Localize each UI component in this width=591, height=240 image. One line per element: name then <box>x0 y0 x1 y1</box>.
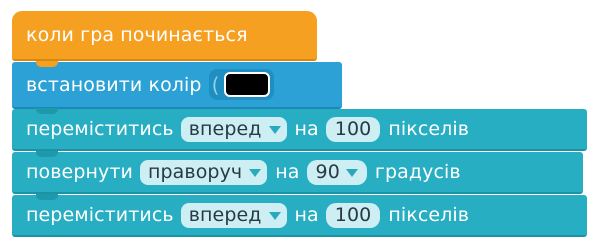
unit-label: пікселів <box>388 118 470 140</box>
move-forward-block[interactable]: переміститись вперед на 100 пікселів <box>12 194 587 237</box>
hat-label: коли гра починається <box>26 24 248 46</box>
block-notch <box>36 151 58 157</box>
distance-value: 100 <box>334 118 372 140</box>
move-forward-block[interactable]: переміститись вперед на 100 пікселів <box>12 108 587 151</box>
triangle-down-icon <box>268 212 281 220</box>
distance-input[interactable]: 100 <box>325 116 381 142</box>
distance-input[interactable]: 100 <box>325 202 381 228</box>
color-input[interactable]: ( <box>208 69 274 100</box>
unit-label: градусів <box>374 161 461 183</box>
direction-dropdown[interactable]: вперед <box>180 202 287 228</box>
triangle-down-icon <box>249 169 262 177</box>
direction-dropdown[interactable]: вперед <box>180 116 287 142</box>
turn-block[interactable]: повернути праворуч на 90 градусів <box>12 151 583 194</box>
block-notch <box>36 108 58 114</box>
code-block-stack: коли гра починається встановити колір ( … <box>12 11 587 237</box>
block-notch <box>36 194 58 200</box>
triangle-down-icon <box>345 169 358 177</box>
triangle-down-icon <box>268 126 281 134</box>
direction-value: вперед <box>188 204 262 226</box>
direction-value: вперед <box>188 118 262 140</box>
turn-label: повернути <box>26 161 133 183</box>
unit-label: пікселів <box>388 204 470 226</box>
when-game-starts-block[interactable]: коли гра починається <box>12 11 317 61</box>
on-label: на <box>275 161 300 183</box>
color-swatch[interactable] <box>223 72 270 97</box>
turn-direction-value: праворуч <box>147 161 243 183</box>
set-color-label: встановити колір <box>26 73 202 96</box>
on-label: на <box>294 204 319 226</box>
angle-dropdown[interactable]: 90 <box>306 159 367 185</box>
set-color-block[interactable]: встановити колір ( <box>12 61 342 109</box>
on-label: на <box>294 118 319 140</box>
move-label: переміститись <box>26 204 174 226</box>
block-notch <box>36 61 58 67</box>
move-label: переміститись <box>26 118 174 140</box>
turn-direction-dropdown[interactable]: праворуч <box>139 159 268 185</box>
angle-value: 90 <box>315 161 340 183</box>
color-input-bracket: ( <box>211 72 220 97</box>
distance-value: 100 <box>334 204 372 226</box>
